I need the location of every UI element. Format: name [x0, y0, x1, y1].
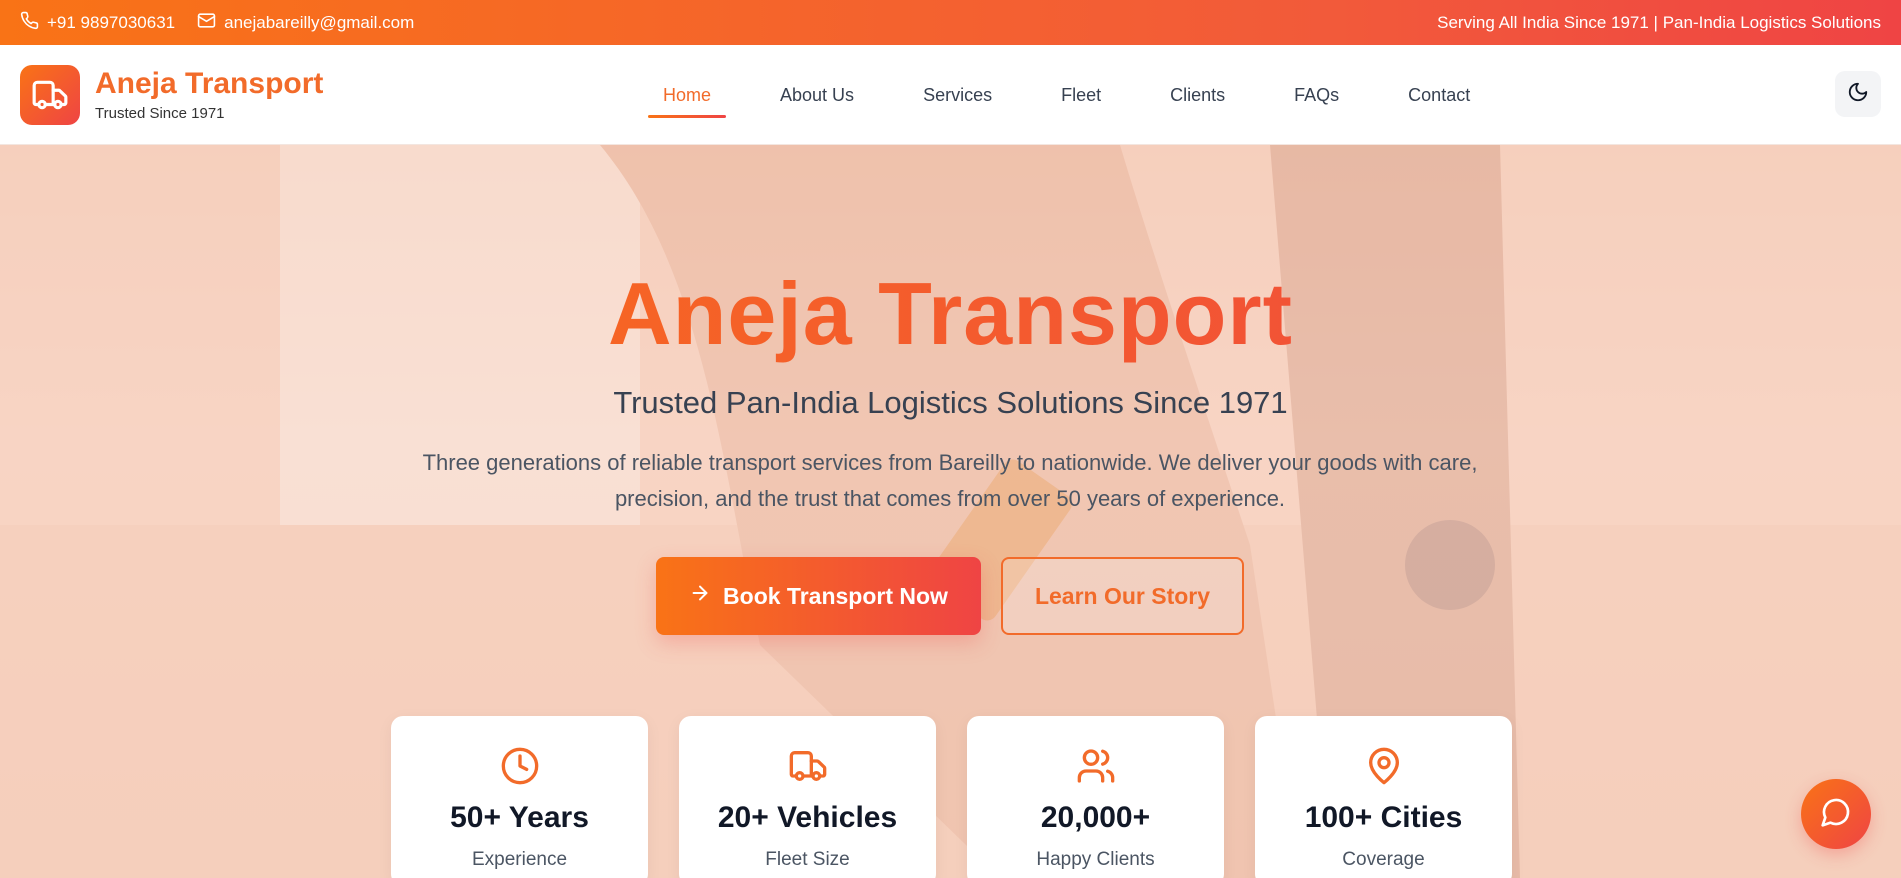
stat-value: 50+ Years	[450, 801, 589, 834]
stat-card-fleet: 20+ Vehicles Fleet Size	[679, 716, 936, 878]
brand-text: Aneja Transport Trusted Since 1971	[95, 66, 324, 122]
learn-story-button[interactable]: Learn Our Story	[1001, 557, 1244, 635]
truck-logo-icon	[20, 65, 80, 125]
theme-toggle-button[interactable]	[1835, 71, 1881, 117]
nav-clients[interactable]: Clients	[1170, 79, 1225, 112]
hero-title: Aneja Transport	[0, 263, 1901, 365]
truck-icon	[788, 751, 828, 790]
message-circle-icon	[1820, 796, 1852, 833]
email-link[interactable]: anejabareilly@gmail.com	[197, 11, 414, 35]
topbar-tagline: Serving All India Since 1971 | Pan-India…	[1437, 12, 1881, 32]
stat-label: Fleet Size	[765, 849, 850, 870]
top-bar: +91 9897030631 anejabareilly@gmail.com S…	[0, 0, 1901, 45]
stat-card-experience: 50+ Years Experience	[391, 716, 648, 878]
mail-icon	[197, 11, 216, 35]
stat-value: 100+ Cities	[1304, 801, 1463, 834]
nav-contact[interactable]: Contact	[1408, 79, 1470, 112]
brand-name: Aneja Transport	[95, 66, 324, 100]
users-icon	[1076, 749, 1116, 790]
stat-value: 20,000+	[1040, 801, 1151, 834]
stat-label: Experience	[471, 849, 568, 870]
stat-card-clients: 20,000+ Happy Clients	[967, 716, 1224, 878]
nav-about-us[interactable]: About Us	[780, 79, 854, 112]
stat-value: 20+ Vehicles	[717, 801, 898, 834]
email-address: anejabareilly@gmail.com	[224, 12, 415, 32]
book-transport-button[interactable]: Book Transport Now	[656, 557, 981, 635]
stat-label: Happy Clients	[1036, 849, 1155, 870]
phone-number: +91 9897030631	[47, 12, 176, 32]
stat-card-coverage: 100+ Cities Coverage	[1255, 716, 1512, 878]
phone-icon	[20, 11, 39, 35]
hero-description: Three generations of reliable transport …	[422, 450, 1478, 511]
map-pin-icon	[1364, 747, 1404, 790]
moon-icon	[1847, 81, 1869, 108]
book-transport-label: Book Transport Now	[723, 582, 948, 609]
main-nav: Home About Us Services Fleet Clients FAQ…	[647, 45, 1539, 145]
nav-fleet[interactable]: Fleet	[1061, 79, 1101, 112]
arrow-right-icon	[689, 582, 711, 610]
contact-info: +91 9897030631 anejabareilly@gmail.com	[20, 11, 414, 35]
stats-row: 50+ Years Experience 20+ Vehicles Fleet …	[391, 716, 1512, 878]
main-header: Aneja Transport Trusted Since 1971 Home …	[0, 45, 1901, 145]
chat-button[interactable]	[1801, 779, 1871, 849]
hero-section: Aneja Transport Trusted Pan-India Logist…	[0, 145, 1901, 878]
stat-label: Coverage	[1342, 849, 1425, 870]
hero-subtitle: Trusted Pan-India Logistics Solutions Si…	[613, 385, 1288, 420]
brand-subtitle: Trusted Since 1971	[95, 104, 225, 122]
nav-services[interactable]: Services	[923, 79, 992, 112]
phone-link[interactable]: +91 9897030631	[20, 11, 175, 35]
nav-faqs[interactable]: FAQs	[1294, 79, 1339, 112]
nav-home[interactable]: Home	[647, 79, 727, 118]
clock-icon	[500, 747, 540, 790]
brand-logo-link[interactable]: Aneja Transport Trusted Since 1971	[20, 65, 323, 125]
